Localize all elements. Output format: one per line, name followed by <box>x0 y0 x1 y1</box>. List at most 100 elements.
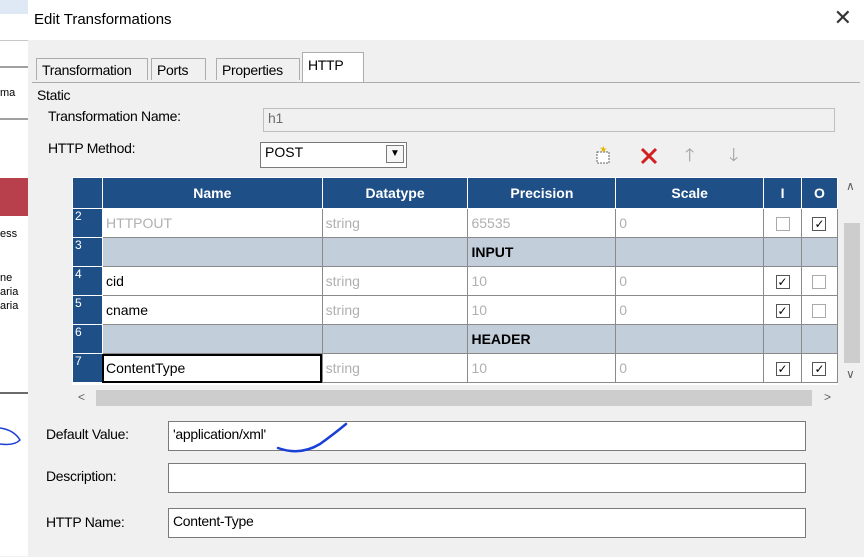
table-row[interactable]: 7 ContentType string 10 0 ✓ ✓ <box>72 353 838 383</box>
separator-cell <box>321 324 469 354</box>
cell-name[interactable]: cname <box>101 295 323 325</box>
cell-datatype[interactable]: string <box>321 353 469 383</box>
tab-properties[interactable]: Properties <box>216 58 300 80</box>
column-header-scale[interactable]: Scale <box>615 177 765 209</box>
background-fragment: ess <box>0 228 18 240</box>
close-icon[interactable]: ✕ <box>834 6 852 30</box>
http-method-select[interactable]: POST ▼ <box>260 142 407 168</box>
separator-cell <box>615 237 765 267</box>
table-row[interactable]: 5 cname string 10 0 ✓ <box>72 295 838 325</box>
output-checkbox[interactable]: ✓ <box>812 362 827 377</box>
cell-output: ✓ <box>800 208 838 238</box>
background-fragment: ma <box>0 87 16 99</box>
transformation-name-field: h1 <box>263 108 835 132</box>
output-checkbox[interactable] <box>812 275 827 290</box>
background-titlebar <box>0 0 28 14</box>
scroll-down-icon[interactable]: ∨ <box>846 367 855 381</box>
grid-header-row: Name Datatype Precision Scale I O <box>72 177 838 209</box>
cell-input: ✓ <box>763 295 802 325</box>
cell-datatype[interactable]: string <box>321 208 469 238</box>
move-up-icon[interactable]: 🡑 <box>685 145 694 165</box>
background-fragment: aria <box>0 286 19 298</box>
row-number[interactable]: 2 <box>72 208 103 238</box>
separator-label-input: INPUT <box>467 237 617 267</box>
tab-ports[interactable]: Ports <box>151 58 206 80</box>
table-row[interactable]: 2 HTTPOUT string 65535 0 ✓ <box>72 208 838 238</box>
scroll-up-icon[interactable]: ∧ <box>846 179 855 193</box>
description-label: Description: <box>46 468 117 484</box>
separator-row: 6 HEADER <box>72 324 838 354</box>
default-value-field[interactable]: 'application/xml' <box>168 421 806 451</box>
output-checkbox[interactable] <box>812 304 827 319</box>
cell-output: ✓ <box>800 353 838 383</box>
dialog-titlebar: Edit Transformations ✕ <box>28 0 864 40</box>
tab-transformation[interactable]: Transformation <box>36 58 148 80</box>
row-number[interactable]: 6 <box>72 324 103 354</box>
column-header-datatype[interactable]: Datatype <box>321 177 469 209</box>
separator-cell <box>615 324 765 354</box>
cell-scale[interactable]: 0 <box>615 208 765 238</box>
separator-cell <box>101 237 323 267</box>
separator-cell <box>321 237 469 267</box>
table-row[interactable]: 4 cid string 10 0 ✓ <box>72 266 838 296</box>
cell-input: ✓ <box>763 353 802 383</box>
cell-precision[interactable]: 65535 <box>467 208 617 238</box>
scroll-right-icon[interactable]: > <box>824 390 831 404</box>
grid-corner <box>72 177 103 209</box>
scroll-left-icon[interactable]: < <box>78 390 85 404</box>
background-divider <box>0 392 28 394</box>
annotation-underline <box>276 422 348 453</box>
row-number[interactable]: 7 <box>72 353 103 383</box>
cell-output <box>800 295 838 325</box>
column-header-output[interactable]: O <box>800 177 838 209</box>
ports-grid: Name Datatype Precision Scale I O 2 HTTP… <box>72 177 838 385</box>
row-number[interactable]: 4 <box>72 266 103 296</box>
transformation-name-label: Transformation Name: <box>48 108 181 124</box>
separator-cell <box>800 237 838 267</box>
column-header-precision[interactable]: Precision <box>467 177 617 209</box>
cell-scale[interactable]: 0 <box>615 353 765 383</box>
chevron-down-icon[interactable]: ▼ <box>386 145 404 163</box>
input-checkbox[interactable] <box>775 217 790 232</box>
dialog-title: Edit Transformations <box>34 11 172 28</box>
input-checkbox[interactable]: ✓ <box>775 275 790 290</box>
cell-datatype[interactable]: string <box>321 295 469 325</box>
column-header-name[interactable]: Name <box>101 177 323 209</box>
delete-icon[interactable] <box>639 146 659 166</box>
grid-horizontal-scrollbar[interactable]: < > <box>72 386 838 410</box>
output-checkbox[interactable]: ✓ <box>812 217 827 232</box>
http-name-field[interactable]: Content-Type <box>168 508 806 538</box>
http-name-label: HTTP Name: <box>46 514 125 530</box>
grid-vertical-scrollbar[interactable]: ∧ ∨ <box>840 177 864 385</box>
cell-name[interactable]: cid <box>101 266 323 296</box>
separator-row: 3 INPUT <box>72 237 838 267</box>
new-port-icon[interactable] <box>594 146 614 166</box>
separator-label-header: HEADER <box>467 324 617 354</box>
edit-transformations-dialog: Edit Transformations ✕ Transformation Po… <box>28 0 864 556</box>
input-checkbox[interactable]: ✓ <box>775 304 790 319</box>
cell-scale[interactable]: 0 <box>615 295 765 325</box>
row-number[interactable]: 3 <box>72 237 103 267</box>
move-down-icon[interactable]: 🡓 <box>729 145 738 165</box>
cell-precision[interactable]: 10 <box>467 353 617 383</box>
cell-output <box>800 266 838 296</box>
column-header-input[interactable]: I <box>763 177 802 209</box>
tab-http[interactable]: HTTP <box>302 52 364 82</box>
vertical-scroll-thumb[interactable] <box>844 223 860 363</box>
cell-precision[interactable]: 10 <box>467 295 617 325</box>
row-number[interactable]: 5 <box>72 295 103 325</box>
background-annotation-curve <box>0 427 21 446</box>
background-toolbar <box>0 14 28 41</box>
description-field[interactable] <box>168 463 806 493</box>
cell-precision[interactable]: 10 <box>467 266 617 296</box>
cell-input: ✓ <box>763 266 802 296</box>
background-divider <box>0 118 28 120</box>
horizontal-scroll-thumb[interactable] <box>96 390 812 406</box>
cell-name[interactable]: ContentType <box>101 353 323 383</box>
http-method-label: HTTP Method: <box>48 140 136 156</box>
background-red-band <box>0 178 28 216</box>
input-checkbox[interactable]: ✓ <box>775 362 790 377</box>
cell-name[interactable]: HTTPOUT <box>101 208 323 238</box>
cell-datatype[interactable]: string <box>321 266 469 296</box>
cell-scale[interactable]: 0 <box>615 266 765 296</box>
